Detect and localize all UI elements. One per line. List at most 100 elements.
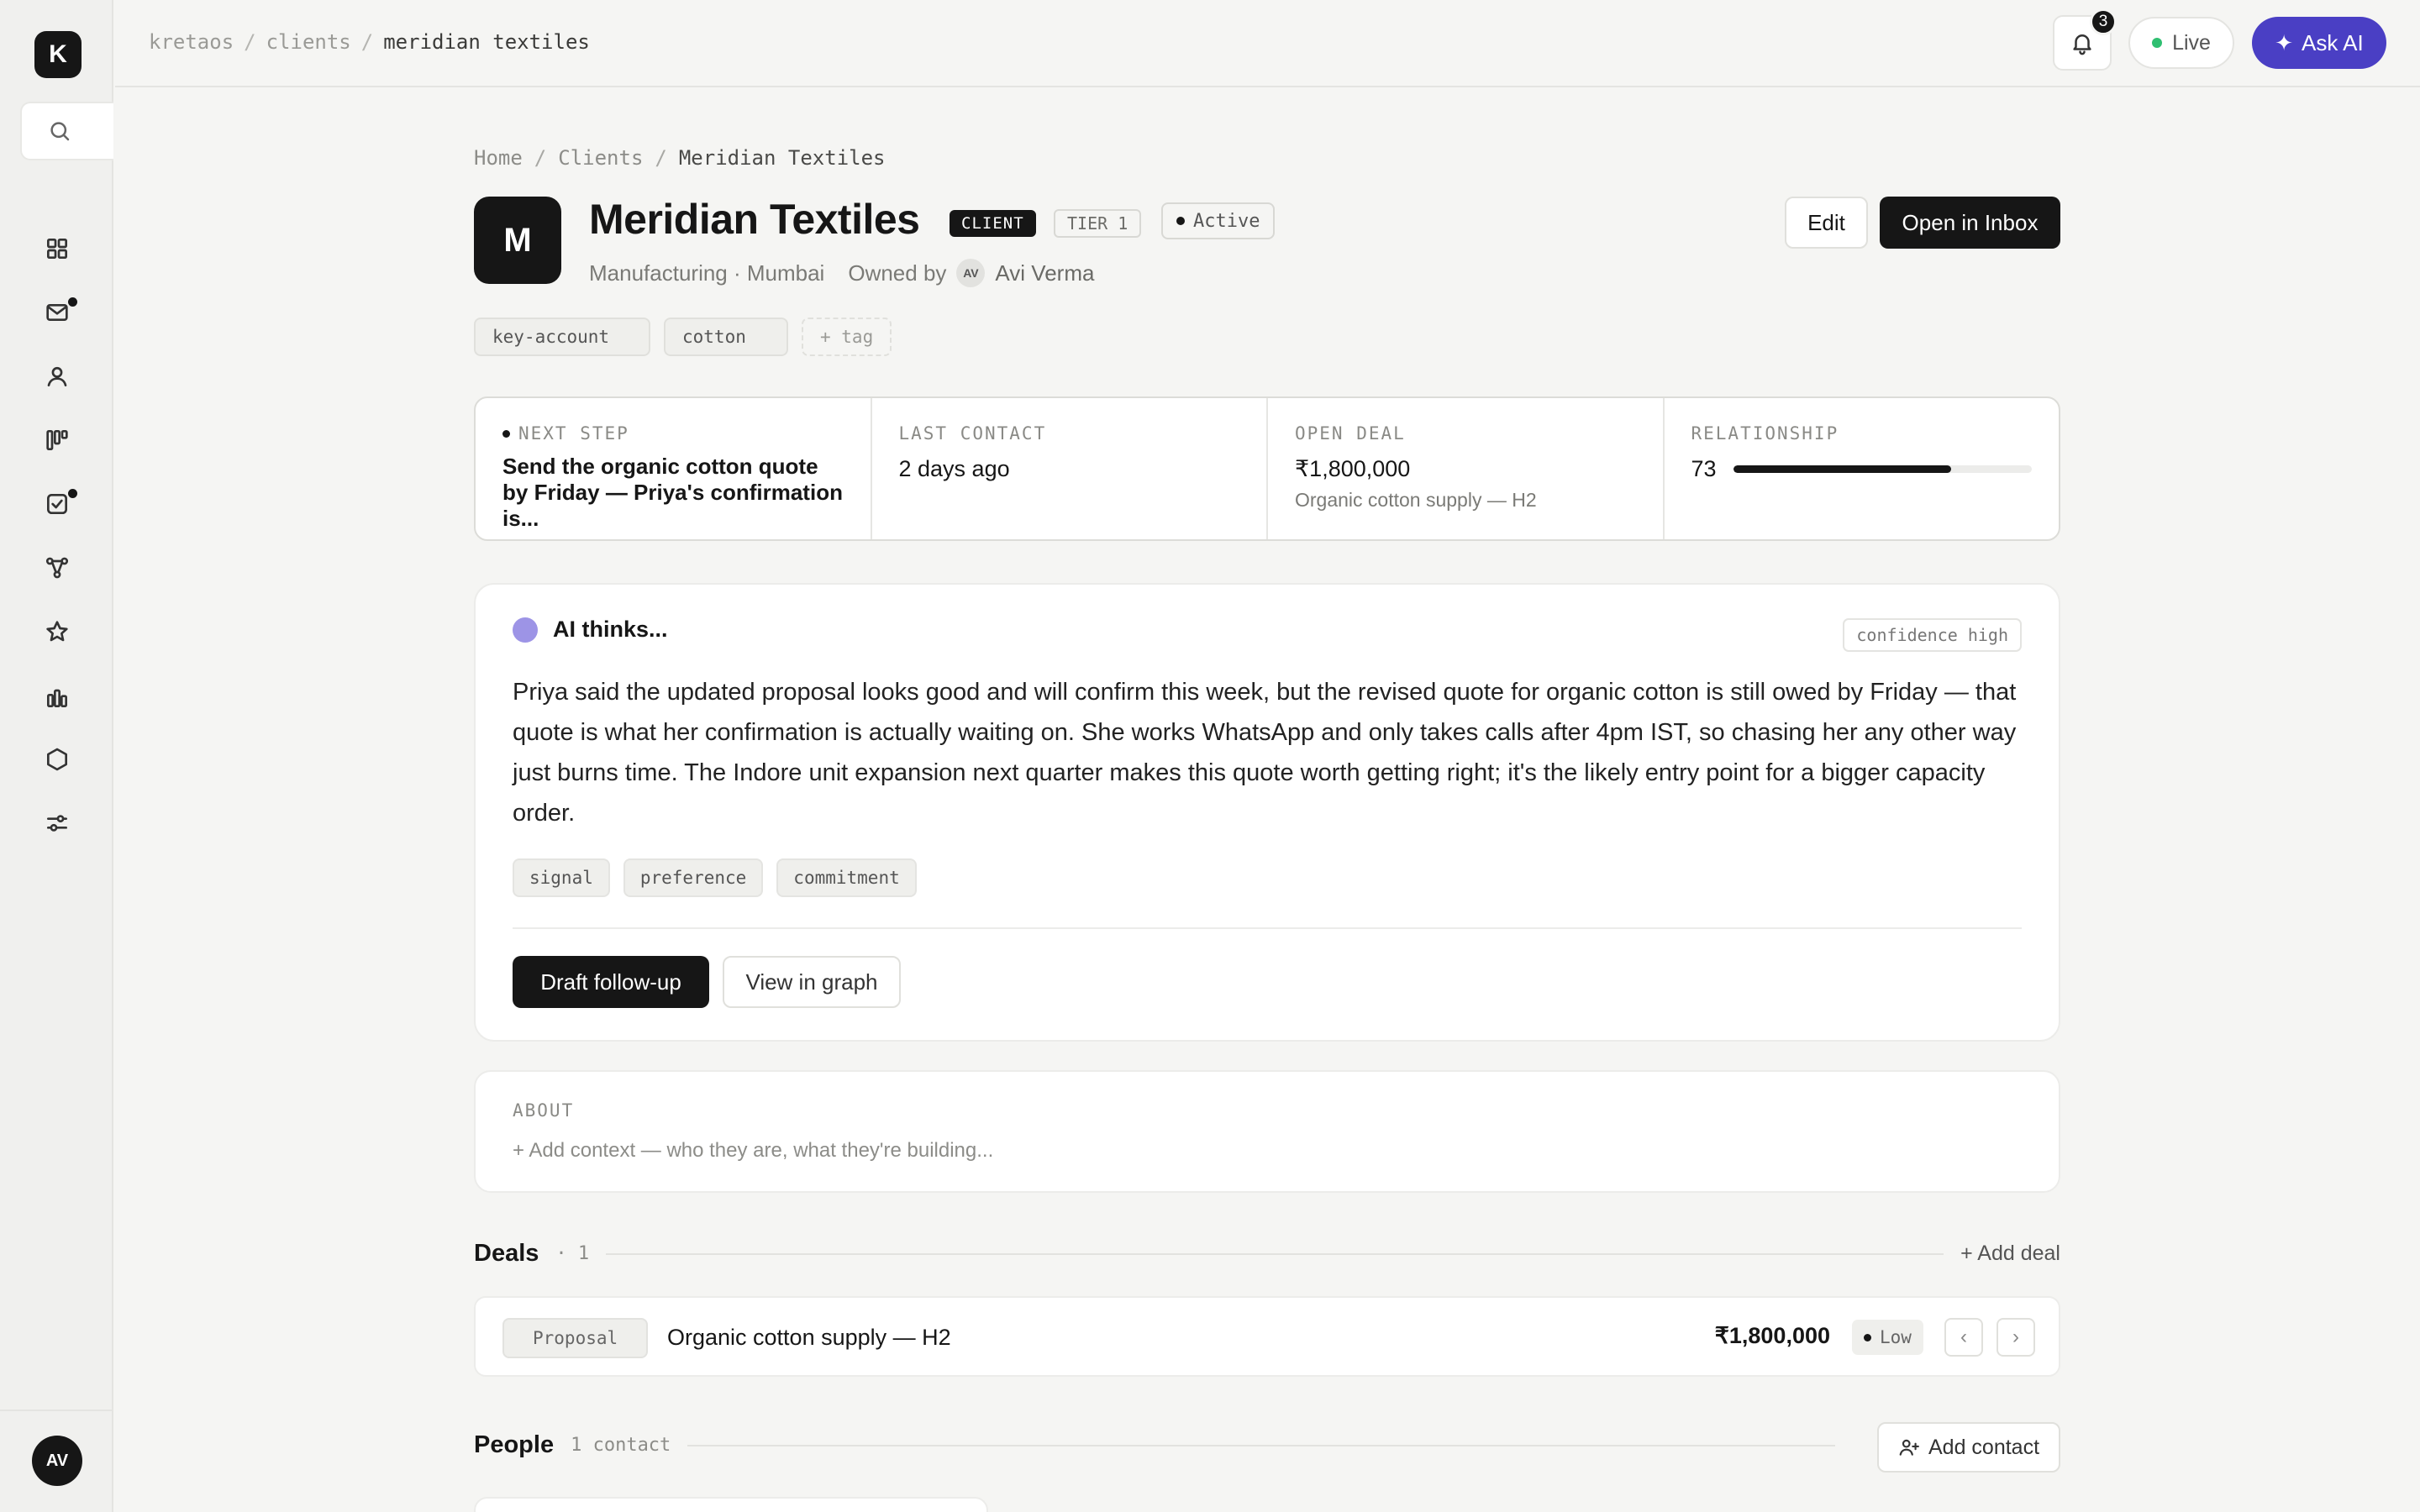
tag-chip[interactable]: cotton — [664, 318, 788, 356]
relationship-stat: RELATIONSHIP 73 — [1665, 398, 2060, 539]
sidebar-item-graph[interactable] — [34, 544, 81, 591]
add-user-icon — [1899, 1439, 1919, 1456]
contact-card[interactable] — [474, 1497, 988, 1512]
deal-stage-prev-button[interactable]: ‹ — [1944, 1318, 1983, 1357]
logo-letter: K — [49, 40, 67, 68]
relationship-bar-fill — [1733, 465, 1952, 473]
sidebar-item-inbox[interactable] — [34, 289, 81, 336]
people-count: 1 contact — [571, 1435, 671, 1456]
sparkle-icon: ✦ — [2275, 29, 2294, 55]
ask-ai-button[interactable]: ✦ Ask AI — [2252, 17, 2386, 69]
sidebar-item-pipeline[interactable] — [34, 417, 81, 464]
divider — [687, 1444, 1835, 1446]
sliders-icon — [47, 815, 67, 832]
top-breadcrumb: kretaos / clients / meridian textiles — [149, 30, 590, 54]
sidebar-item-integrations[interactable] — [34, 736, 81, 783]
deal-priority-badge: Low — [1852, 1320, 1923, 1355]
breadcrumb-separator: / — [534, 146, 547, 170]
open-deal-stat[interactable]: OPEN DEAL ₹1,800,000 Organic cotton supp… — [1268, 398, 1665, 539]
ai-orb-icon — [513, 617, 538, 643]
deal-row[interactable]: Proposal Organic cotton supply — H2 ₹1,8… — [474, 1296, 2060, 1377]
app-logo[interactable]: K — [34, 31, 82, 78]
next-step-label-row: NEXT STEP — [502, 423, 844, 444]
industry-location: Manufacturing · Mumbai — [589, 260, 825, 286]
deals-header: Deals · 1 + Add deal — [474, 1240, 2060, 1268]
client-type-badge: CLIENT — [950, 210, 1036, 237]
open-deal-label: OPEN DEAL — [1295, 423, 1406, 444]
open-in-inbox-button[interactable]: Open in Inbox — [1880, 197, 2060, 249]
relationship-label: RELATIONSHIP — [1691, 423, 1839, 444]
live-dot-icon — [2152, 38, 2163, 48]
star-icon — [46, 621, 68, 642]
status-badge[interactable]: Active — [1161, 202, 1276, 239]
sidebar-item-analytics[interactable] — [34, 674, 81, 721]
notifications-count-badge: 3 — [2090, 8, 2117, 35]
live-status-button[interactable]: Live — [2128, 17, 2234, 69]
ai-tag-chip[interactable]: commitment — [776, 858, 917, 897]
page-title: Meridian Textiles — [589, 196, 920, 243]
ai-tag-chip[interactable]: preference — [623, 858, 764, 897]
deal-priority-label: Low — [1880, 1327, 1912, 1347]
user-avatar[interactable]: AV — [32, 1436, 82, 1486]
add-deal-button[interactable]: + Add deal — [1960, 1242, 2060, 1266]
ai-insight-card: AI thinks... confidence high Priya said … — [474, 583, 2060, 1042]
breadcrumb-current: Meridian Textiles — [678, 146, 886, 170]
about-label: ABOUT — [513, 1100, 575, 1121]
status-dot-icon — [1176, 217, 1185, 225]
graph-icon — [45, 557, 69, 579]
about-input[interactable]: + Add context — who they are, what they'… — [513, 1139, 993, 1163]
sidebar-item-settings[interactable] — [34, 800, 81, 847]
breadcrumb-home[interactable]: Home — [474, 146, 523, 170]
view-in-graph-button[interactable]: View in graph — [723, 956, 901, 1008]
top-breadcrumb-root[interactable]: kretaos — [149, 30, 234, 54]
last-contact-label: LAST CONTACT — [898, 423, 1047, 444]
edit-button[interactable]: Edit — [1785, 197, 1868, 249]
divider — [606, 1252, 1944, 1255]
breadcrumb-clients[interactable]: Clients — [558, 146, 643, 170]
open-deal-sub: Organic cotton supply — H2 — [1295, 489, 1537, 511]
ai-tag-list: signal preference commitment — [513, 858, 917, 897]
unread-dot — [68, 489, 77, 498]
next-step-label: NEXT STEP — [518, 423, 629, 444]
top-breadcrumb-current: meridian textiles — [383, 30, 590, 54]
ai-tag-chip[interactable]: signal — [513, 858, 610, 897]
ai-insight-body: Priya said the updated proposal looks go… — [513, 679, 2017, 827]
add-contact-button[interactable]: Add contact — [1877, 1422, 2060, 1473]
status-label: Active — [1193, 210, 1260, 232]
sidebar-item-tasks[interactable] — [34, 480, 81, 528]
relationship-score: 73 — [1691, 456, 1717, 481]
breadcrumb: Home / Clients / Meridian Textiles — [474, 146, 886, 170]
checkbox-icon — [47, 494, 67, 514]
client-avatar: M — [474, 197, 561, 284]
kanban-icon — [46, 429, 68, 450]
tag-list: key-account cotton + tag — [474, 318, 892, 356]
people-header: People 1 contact — [474, 1431, 1852, 1459]
about-section: ABOUT + Add context — who they are, what… — [474, 1070, 2060, 1193]
search-icon — [50, 122, 70, 141]
deal-stage-badge: Proposal — [502, 1318, 649, 1358]
next-step-value: Send the organic cotton quote by Friday … — [502, 454, 843, 531]
sidebar: K AV — [0, 0, 113, 1512]
user-initials: AV — [45, 1451, 69, 1470]
bell-icon — [2073, 34, 2091, 55]
ai-insight-header: AI thinks... — [513, 617, 668, 643]
sidebar-divider — [0, 1410, 113, 1411]
chevron-right-icon: › — [2012, 1326, 2019, 1348]
sidebar-item-clients[interactable] — [34, 353, 81, 400]
unread-dot — [68, 297, 77, 307]
sidebar-item-dashboard[interactable] — [34, 225, 81, 272]
draft-follow-up-button[interactable]: Draft follow-up — [513, 956, 709, 1008]
owner-name[interactable]: Avi Verma — [995, 260, 1094, 286]
sidebar-search-button[interactable] — [20, 102, 113, 160]
client-subtitle: Manufacturing · Mumbai Owned by AV Avi V… — [589, 259, 1094, 287]
deal-stage-next-button[interactable]: › — [1996, 1318, 2035, 1357]
top-breadcrumb-clients[interactable]: clients — [266, 30, 351, 54]
live-label: Live — [2172, 30, 2211, 55]
tag-chip[interactable]: key-account — [474, 318, 650, 356]
client-initial: M — [503, 221, 532, 259]
deals-count: · 1 — [555, 1243, 590, 1264]
confidence-badge: confidence high — [1843, 618, 2022, 652]
sidebar-item-favorites[interactable] — [34, 608, 81, 655]
add-tag-button[interactable]: + tag — [802, 318, 892, 356]
next-step-stat[interactable]: NEXT STEP Send the organic cotton quote … — [476, 398, 872, 539]
